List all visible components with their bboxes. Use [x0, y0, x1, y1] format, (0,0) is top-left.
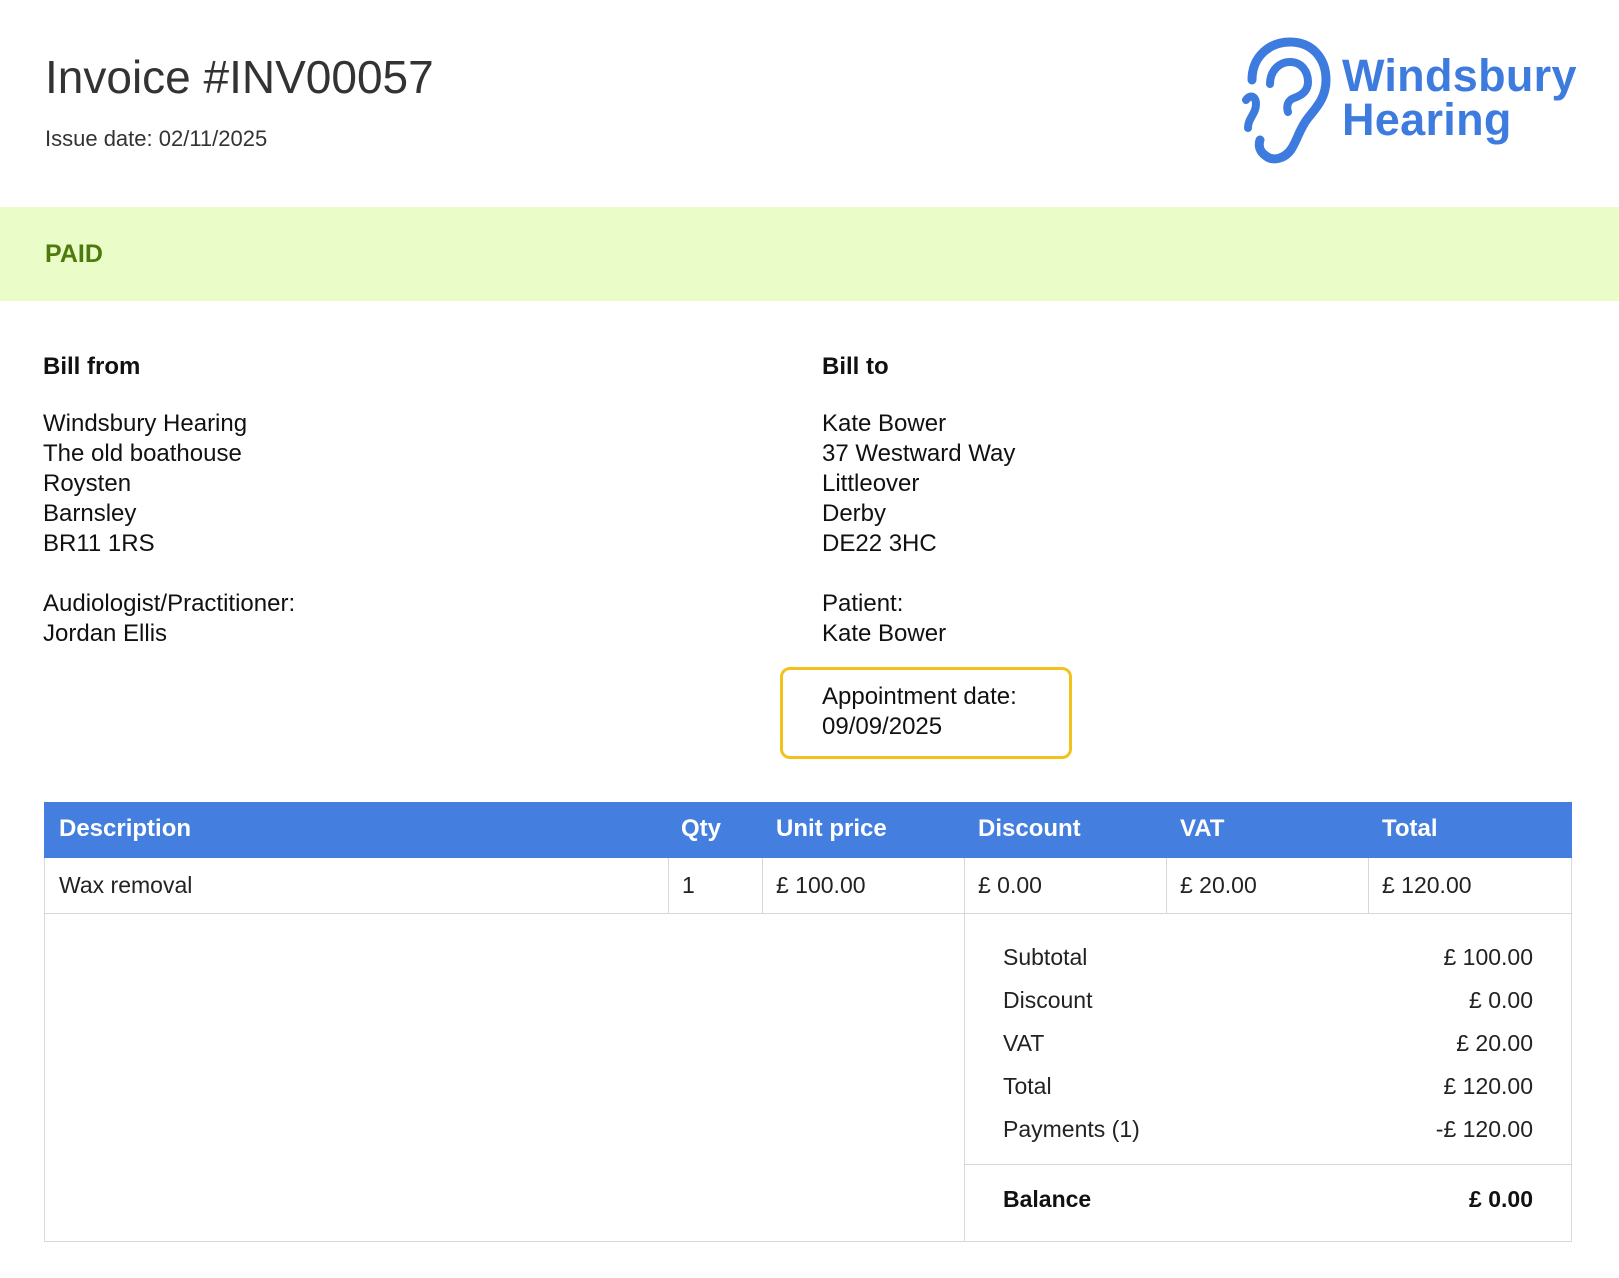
cell-discount: £ 0.00 — [978, 872, 1042, 898]
bill-to-address-line: Littleover — [822, 470, 920, 497]
column-header-discount: Discount — [978, 815, 1081, 842]
issue-date: Issue date: 02/11/2025 — [45, 126, 268, 151]
summary-divider — [965, 1164, 1571, 1165]
practitioner-label: Audiologist/Practitioner: — [43, 590, 296, 617]
invoice-header: Invoice #INV00057 Issue date: 02/11/2025… — [0, 0, 1619, 205]
column-header-description: Description — [59, 815, 192, 842]
practitioner-name: Jordan Ellis — [43, 620, 168, 647]
column-header-vat: VAT — [1180, 815, 1225, 842]
bill-to-section: Bill to Kate Bower 37 Westward Way Littl… — [822, 352, 1015, 649]
logo-line-1: Windsbury — [1342, 50, 1577, 101]
discount-value: £ 0.00 — [1469, 987, 1533, 1013]
vat-label: VAT — [1003, 1030, 1045, 1056]
cell-total: £ 120.00 — [1382, 872, 1472, 898]
subtotal-label: Subtotal — [1003, 944, 1088, 970]
bill-from-address-line: Roysten — [43, 470, 132, 497]
subtotal-value: £ 100.00 — [1443, 944, 1533, 970]
bill-from-address-line: The old boathouse — [43, 440, 242, 467]
ear-icon — [1242, 37, 1331, 164]
appointment-date-value: 09/09/2025 — [822, 713, 943, 740]
total-label: Total — [1003, 1073, 1052, 1099]
cell-description: Wax removal — [59, 872, 193, 898]
column-header-qty: Qty — [681, 815, 722, 842]
column-header-total: Total — [1382, 815, 1438, 842]
cell-qty: 1 — [682, 872, 695, 898]
invoice-items-table: Description Qty Unit price Discount VAT … — [44, 802, 1572, 1242]
logo-line-2: Hearing — [1342, 94, 1512, 145]
patient-name: Kate Bower — [822, 620, 947, 647]
bill-from-address-line: BR11 1RS — [43, 530, 155, 557]
bill-to-address-line: 37 Westward Way — [822, 440, 1016, 467]
bill-to-address-line: DE22 3HC — [822, 530, 937, 557]
company-logo: Windsbury Hearing — [1240, 36, 1580, 166]
bill-from-address-line: Barnsley — [43, 500, 137, 527]
cell-unit-price: £ 100.00 — [776, 872, 866, 898]
table-row: Wax removal 1 £ 100.00 £ 0.00 £ 20.00 £ … — [44, 858, 1572, 914]
payments-label: Payments (1) — [1003, 1116, 1140, 1142]
status-label: PAID — [45, 240, 103, 268]
bill-to-heading: Bill to — [822, 353, 889, 380]
payments-value: -£ 120.00 — [1435, 1116, 1533, 1142]
logo-wordmark: Windsbury Hearing — [1342, 50, 1577, 145]
patient-label: Patient: — [822, 590, 904, 617]
bill-to-address-line: Kate Bower — [822, 410, 947, 437]
balance-value: £ 0.00 — [1469, 1186, 1533, 1212]
cell-vat: £ 20.00 — [1180, 872, 1257, 898]
payment-status-banner: PAID — [0, 207, 1619, 301]
bill-to-address-line: Derby — [822, 500, 887, 527]
appointment-date-label: Appointment date: — [822, 683, 1017, 710]
table-header: Description Qty Unit price Discount VAT … — [44, 802, 1572, 858]
bill-from-section: Bill from Windsbury Hearing The old boat… — [43, 352, 295, 649]
vat-value: £ 20.00 — [1456, 1030, 1533, 1056]
appointment-date-highlight: Appointment date: 09/09/2025 — [780, 667, 1072, 759]
bill-from-address-line: Windsbury Hearing — [43, 410, 248, 437]
bill-from-heading: Bill from — [43, 353, 141, 380]
discount-label: Discount — [1003, 987, 1093, 1013]
balance-label: Balance — [1003, 1186, 1092, 1212]
totals-summary: Subtotal £ 100.00 Discount £ 0.00 VAT £ … — [44, 914, 1572, 1242]
column-header-unit-price: Unit price — [776, 815, 887, 842]
total-value: £ 120.00 — [1443, 1073, 1533, 1099]
invoice-title: Invoice #INV00057 — [45, 51, 434, 103]
